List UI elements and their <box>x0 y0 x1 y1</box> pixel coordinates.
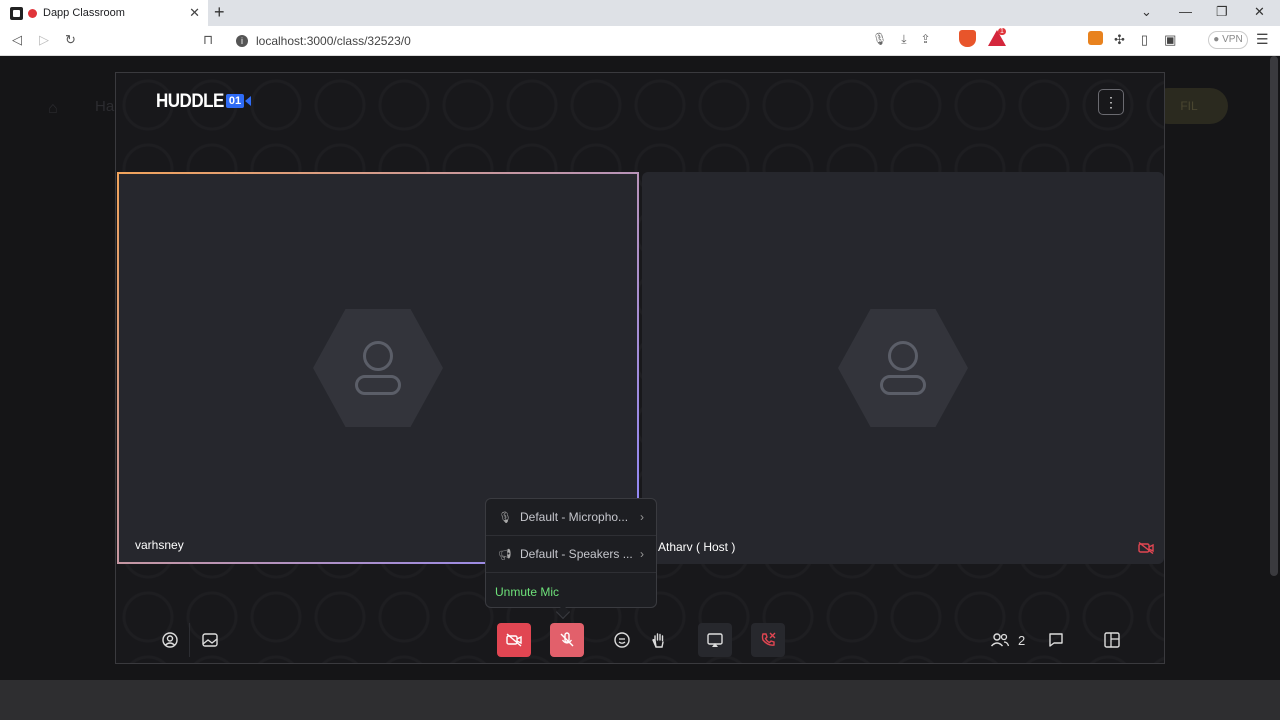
url-text: localhost:3000/class/32523/0 <box>256 34 411 48</box>
logo-camera-icon <box>245 96 252 106</box>
vpn-button[interactable]: ● VPN <box>1208 31 1248 49</box>
emoji-icon <box>614 632 630 648</box>
layout-icon <box>1104 632 1120 648</box>
screen-share-icon <box>707 633 723 647</box>
leave-call-button[interactable] <box>751 623 785 657</box>
huddle-logo: HUDDLE 01 <box>156 90 252 111</box>
hand-icon <box>652 633 664 648</box>
nav-link[interactable]: Ha <box>95 98 114 115</box>
mic-menu: 🎙︎ Default - Micropho... › 📢︎ Default - … <box>485 498 657 608</box>
scrollbar[interactable] <box>1270 56 1278 576</box>
chevron-right-icon: › <box>640 510 644 524</box>
screen-share-button[interactable] <box>698 623 732 657</box>
back-icon[interactable]: ◁ <box>12 32 22 48</box>
unmute-mic-button[interactable]: Unmute Mic <box>495 585 559 599</box>
new-tab-icon[interactable]: + <box>214 2 225 23</box>
peer-name: Atharv ( Host ) <box>658 540 736 554</box>
microphone-select[interactable]: 🎙︎ Default - Micropho... › <box>486 499 656 535</box>
avatar-settings-button[interactable] <box>157 627 183 653</box>
layout-button[interactable] <box>1099 627 1125 653</box>
browser-tab[interactable]: Dapp Classroom ✕ <box>0 0 208 26</box>
share-icon[interactable]: ⇪ <box>921 32 931 47</box>
phone-leave-icon <box>761 632 776 646</box>
camera-off-icon <box>1138 542 1154 554</box>
brave-shields-icon[interactable] <box>959 30 976 47</box>
site-info-icon[interactable]: i <box>236 35 248 47</box>
avatar <box>313 309 443 427</box>
image-icon <box>202 633 218 647</box>
camera-off-icon <box>506 633 522 647</box>
raise-hand-button[interactable] <box>646 627 672 653</box>
extensions-icon[interactable]: ✣ <box>1114 32 1125 48</box>
bookmark-icon[interactable]: ⊓ <box>203 32 213 48</box>
peer-count: 2 <box>1018 632 1026 648</box>
huddle-room: HUDDLE 01 ⋮ varhsney Atharv ( Host ) 🎙︎ … <box>115 72 1165 664</box>
browser-toolbar: ◁ ▷ ↻ ⊓ i localhost:3000/class/32523/0 🎙… <box>0 26 1280 56</box>
camera-toggle-button[interactable] <box>497 623 531 657</box>
close-window-icon[interactable]: ✕ <box>1254 4 1265 20</box>
chat-button[interactable] <box>1043 627 1069 653</box>
browser-tabbar: Dapp Classroom ✕ + ⌄ — ❐ ✕ <box>0 0 1280 26</box>
close-tab-icon[interactable]: ✕ <box>189 5 200 21</box>
metamask-icon[interactable] <box>1088 31 1103 45</box>
people-icon <box>990 633 1010 647</box>
address-bar[interactable]: i localhost:3000/class/32523/0 <box>228 29 1060 53</box>
peers-button[interactable]: 2 <box>990 623 1025 657</box>
user-circle-icon <box>162 632 178 648</box>
peer-tile: Atharv ( Host ) <box>642 172 1164 564</box>
speaker-select[interactable]: 📢︎ Default - Speakers ... › <box>486 536 656 572</box>
wallet-icon[interactable]: ▣ <box>1164 32 1176 48</box>
peer-name: varhsney <box>135 538 184 552</box>
mic-off-icon <box>560 632 574 647</box>
reactions-button[interactable] <box>609 627 635 653</box>
background-button[interactable] <box>197 627 223 653</box>
microphone-permission-icon[interactable]: 🎙︎ <box>872 32 887 47</box>
speaker-icon: 📢︎ <box>498 548 512 561</box>
status-strip <box>0 680 1280 720</box>
tab-title: Dapp Classroom <box>43 7 125 19</box>
recording-icon <box>28 8 37 18</box>
more-options-button[interactable]: ⋮ <box>1098 89 1124 115</box>
minimize-icon[interactable]: — <box>1179 4 1192 19</box>
browser-menu-icon[interactable]: ☰ <box>1256 31 1269 48</box>
chat-icon <box>1049 633 1063 647</box>
forward-icon[interactable]: ▷ <box>39 32 49 48</box>
mic-toggle-button[interactable] <box>550 623 584 657</box>
restore-icon[interactable]: ❐ <box>1216 4 1228 20</box>
microphone-icon: 🎙︎ <box>498 511 512 524</box>
tab-search-icon[interactable]: ⌄ <box>1141 4 1152 20</box>
reload-icon[interactable]: ↻ <box>65 32 76 48</box>
rewards-badge: 1 <box>998 28 1006 35</box>
chevron-right-icon: › <box>640 547 644 561</box>
app-favicon-icon <box>10 6 23 20</box>
home-icon[interactable]: ⌂ <box>48 100 58 118</box>
avatar <box>838 309 968 427</box>
download-icon[interactable]: ⤓ <box>901 32 906 47</box>
sidebar-icon[interactable]: ▯ <box>1141 32 1148 48</box>
